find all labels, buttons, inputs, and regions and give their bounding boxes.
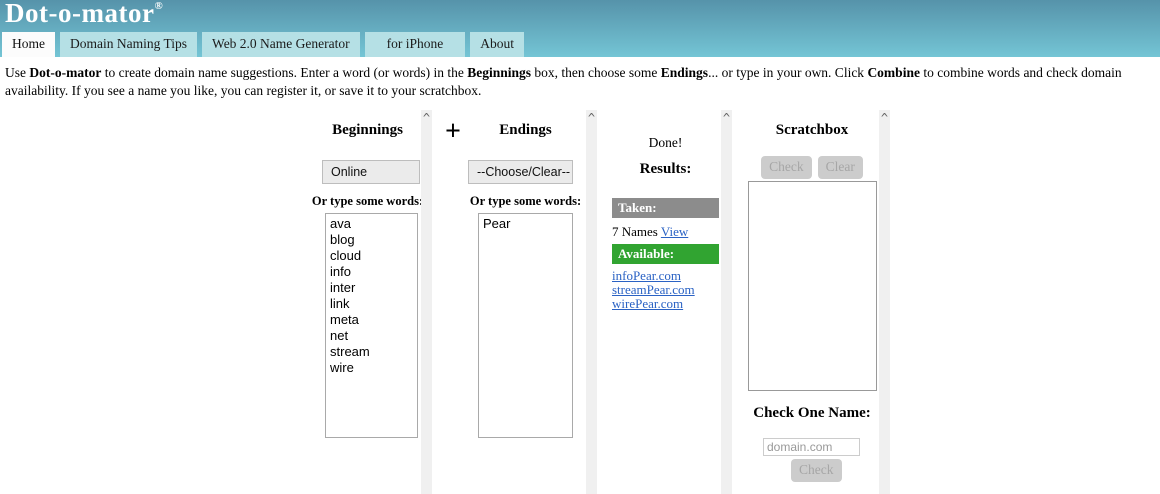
instructions-segment: Beginnings	[467, 65, 532, 80]
status-text: Done!	[648, 135, 683, 150]
instructions-segment: Use	[5, 65, 30, 80]
instructions-segment: Combine	[867, 65, 920, 80]
endings-select[interactable]: --Choose/Clear--	[468, 160, 573, 184]
plus-sign: +	[445, 116, 461, 147]
domain-input[interactable]	[763, 438, 860, 456]
instructions-segment: Endings	[660, 65, 709, 80]
check-one-name-heading: Check One Name:	[753, 405, 871, 421]
tab-home[interactable]: Home	[2, 32, 55, 57]
available-domain-link[interactable]: infoPear.com	[612, 269, 695, 283]
site-title: Dot-o-mator	[5, 0, 155, 28]
scroll-up-icon[interactable]: ^	[421, 110, 432, 124]
taken-count: 7 Names	[612, 224, 658, 239]
results-heading: Results:	[639, 161, 692, 177]
scroll-up-icon[interactable]: ^	[721, 110, 732, 124]
scratchbox-list[interactable]	[748, 181, 877, 391]
tab-about[interactable]: About	[470, 32, 525, 57]
scroll-up-icon[interactable]: ^	[879, 110, 890, 124]
taken-count-line: 7 Names View	[612, 224, 688, 240]
scratchbox-clear-button[interactable]: Clear	[817, 156, 863, 179]
endings-textarea[interactable]	[478, 213, 573, 438]
scratchbox-check-button[interactable]: Check	[761, 156, 812, 179]
scratchbox-panel: Scratchbox Check Clear Check One Name: C…	[745, 110, 890, 494]
available-domain-link[interactable]: wirePear.com	[612, 297, 695, 311]
available-domains: infoPear.com streamPear.com wirePear.com	[612, 269, 695, 311]
view-taken-link[interactable]: View	[661, 224, 688, 239]
available-domain-link[interactable]: streamPear.com	[612, 283, 695, 297]
instructions-segment: ... or type in your own. Click	[708, 65, 868, 80]
scratchbox-scrollbar[interactable]: ^	[879, 110, 890, 494]
endings-type-label: Or type some words:	[469, 194, 582, 208]
taken-bar: Taken:	[612, 198, 719, 218]
beginnings-heading: Beginnings	[332, 122, 403, 138]
page: Dot-o-mator® Home Domain Naming Tips Web…	[0, 0, 1160, 494]
endings-panel: Endings --Choose/Clear-- Or type some wo…	[465, 110, 597, 494]
check-one-name-button[interactable]: Check	[791, 459, 842, 482]
results-panel: Done! Results: Taken: 7 Names View Avail…	[610, 110, 732, 494]
site-logo: Dot-o-mator®	[5, 0, 163, 29]
tab-for-iphone[interactable]: for iPhone	[364, 32, 466, 57]
tab-domain-naming-tips[interactable]: Domain Naming Tips	[60, 32, 198, 57]
scratchbox-buttons: Check Clear	[745, 156, 879, 179]
beginnings-panel: Beginnings Online Or type some words: ^	[303, 110, 432, 494]
instructions-segment: Dot-o-mator	[29, 65, 102, 80]
available-bar: Available:	[612, 244, 719, 264]
beginnings-select[interactable]: Online	[322, 160, 420, 184]
header: Dot-o-mator® Home Domain Naming Tips Web…	[0, 0, 1160, 57]
scratchbox-heading: Scratchbox	[775, 122, 849, 138]
instructions: Use Dot-o-mator to create domain name su…	[5, 64, 1155, 100]
registered-trademark: ®	[154, 0, 164, 12]
beginnings-type-label: Or type some words:	[311, 194, 424, 208]
endings-heading: Endings	[499, 122, 552, 138]
tab-bar: Home Domain Naming Tips Web 2.0 Name Gen…	[2, 32, 525, 57]
scroll-up-icon[interactable]: ^	[586, 110, 597, 124]
results-scrollbar[interactable]: ^	[721, 110, 732, 494]
beginnings-textarea[interactable]	[325, 213, 418, 438]
beginnings-scrollbar[interactable]: ^	[421, 110, 432, 494]
tab-web20-name-generator[interactable]: Web 2.0 Name Generator	[202, 32, 360, 57]
instructions-segment: to create domain name suggestions. Enter…	[101, 65, 468, 80]
instructions-segment: box, then choose some	[531, 65, 661, 80]
endings-scrollbar[interactable]: ^	[586, 110, 597, 494]
